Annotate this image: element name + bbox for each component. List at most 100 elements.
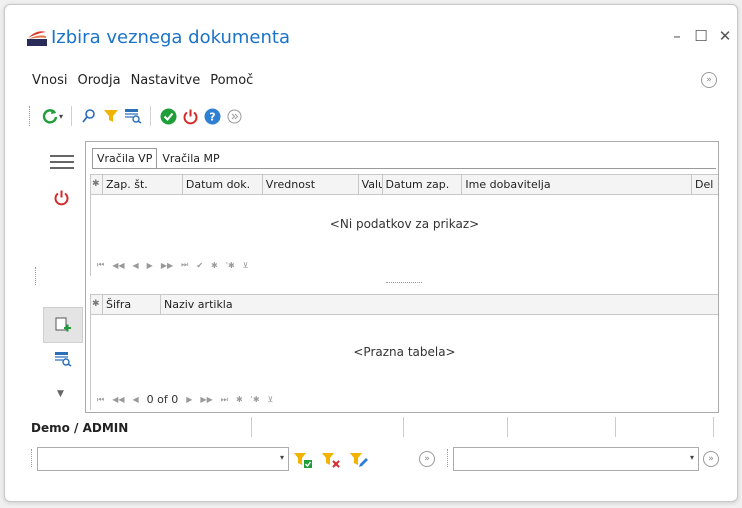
menu-vnosi[interactable]: Vnosi xyxy=(32,73,67,93)
exit-button[interactable] xyxy=(179,105,201,127)
toolbar: ▾ ? xyxy=(29,104,245,128)
tab-strip: Vračila VP Vračila MP xyxy=(92,148,225,168)
help-button[interactable]: ? xyxy=(201,105,223,127)
window-title: Izbira veznega dokumenta xyxy=(51,27,290,48)
record-navigator: ⏮ ◀◀ ◀ ▶ ▶▶ ⏭ ✔ ✱ '✱ ⊻ xyxy=(97,260,249,270)
refresh-dropdown-arrow[interactable]: ▾ xyxy=(59,112,63,121)
power-icon xyxy=(183,109,197,124)
status-separator xyxy=(507,417,508,437)
row-selector-header[interactable]: ✱ xyxy=(91,295,103,315)
last-record-icon[interactable]: ⏭ xyxy=(221,395,228,405)
column-header[interactable]: Datum dok. xyxy=(183,175,263,195)
first-record-icon[interactable]: ⏮ xyxy=(97,260,104,270)
close-button[interactable]: ✕ xyxy=(713,27,737,49)
empty-message: <Ni podatkov za prikaz> xyxy=(329,217,480,231)
items-grid: ✱ Šifra Naziv artikla <Prazna tabela> ⏮ … xyxy=(90,294,718,410)
hamburger-menu-icon[interactable] xyxy=(50,155,74,169)
secondary-nav-button[interactable]: » xyxy=(703,451,719,467)
prev-record-icon[interactable]: ◀ xyxy=(133,395,139,404)
insert-record-icon[interactable]: ✱ xyxy=(236,395,243,404)
clear-filter-button[interactable] xyxy=(321,451,341,472)
svg-text:?: ? xyxy=(209,110,215,123)
status-separator xyxy=(251,417,252,437)
column-header[interactable]: Valu xyxy=(359,175,383,195)
sidebar-exit-button[interactable] xyxy=(53,189,70,209)
grid-header: ✱ Zap. št. Datum dok. Vrednost Valu Datu… xyxy=(91,175,718,195)
toolbar-expand-button[interactable] xyxy=(223,105,245,127)
next-page-icon[interactable]: ▶▶ xyxy=(161,261,173,270)
user-label: Demo / ADMIN xyxy=(31,421,129,435)
filter-apply-icon xyxy=(294,453,312,468)
column-header[interactable]: Vrednost xyxy=(263,175,359,195)
record-counter: 0 of 0 xyxy=(146,393,179,406)
status-separator xyxy=(615,417,616,437)
chevron-down-icon[interactable]: ▾ xyxy=(280,453,284,462)
prev-page-icon[interactable]: ◀◀ xyxy=(112,261,124,270)
chevron-down-icon[interactable]: ▾ xyxy=(690,453,694,462)
column-header[interactable]: Zap. št. xyxy=(103,175,183,195)
documents-grid: ✱ Zap. št. Datum dok. Vrednost Valu Datu… xyxy=(90,174,718,276)
append-record-icon[interactable]: '✱ xyxy=(226,261,235,270)
filter-combo[interactable]: ▾ xyxy=(37,447,289,471)
new-document-icon xyxy=(55,317,71,332)
next-record-icon[interactable]: ▶ xyxy=(186,395,192,404)
column-header[interactable]: Naziv artikla xyxy=(161,295,717,315)
menu-pomoc[interactable]: Pomoč xyxy=(210,73,253,93)
last-record-icon[interactable]: ⏭ xyxy=(181,260,188,270)
column-header[interactable]: Ime dobavitelja xyxy=(462,175,693,195)
toolbar-separator xyxy=(150,106,152,126)
filter-button[interactable] xyxy=(100,105,122,127)
filter-clear-icon xyxy=(322,453,340,468)
first-record-icon[interactable]: ⏮ xyxy=(97,395,104,405)
status-bar: Demo / ADMIN xyxy=(5,415,737,439)
column-header[interactable]: Šifra xyxy=(103,295,161,315)
sidebar-grid-search-button[interactable] xyxy=(54,351,72,370)
record-navigator: ⏮ ◀◀ ◀ 0 of 0 ▶ ▶▶ ⏭ ✱ '✱ ⊻ xyxy=(97,393,273,406)
toolbar-grip[interactable] xyxy=(29,106,33,126)
search-button[interactable] xyxy=(78,105,100,127)
column-header[interactable]: Datum zap. xyxy=(383,175,463,195)
sidebar-more-icon[interactable]: ▼ xyxy=(57,389,64,399)
filter-nav-button[interactable]: » xyxy=(419,451,435,467)
post-edit-icon[interactable]: ✔ xyxy=(196,261,203,270)
filter-icon xyxy=(104,110,119,122)
apply-filter-button[interactable] xyxy=(293,451,313,472)
filter-record-icon[interactable]: ⊻ xyxy=(268,395,274,404)
minimize-button[interactable]: – xyxy=(665,27,689,49)
menu-nastavitve[interactable]: Nastavitve xyxy=(131,73,201,93)
secondary-combo[interactable]: ▾ xyxy=(453,447,699,471)
tab-underline xyxy=(92,168,716,169)
table-search-icon xyxy=(125,109,142,124)
title-bar: Izbira veznega dokumenta – ☐ ✕ xyxy=(5,5,737,61)
prev-page-icon[interactable]: ◀◀ xyxy=(112,395,124,404)
refresh-button[interactable] xyxy=(39,105,61,127)
filter-record-icon[interactable]: ⊻ xyxy=(243,261,249,270)
filter-grip[interactable] xyxy=(31,449,32,467)
sidebar-new-button[interactable] xyxy=(43,307,83,343)
maximize-button[interactable]: ☐ xyxy=(689,27,713,49)
column-header[interactable]: Del xyxy=(692,175,718,195)
edit-filter-button[interactable] xyxy=(349,451,369,472)
next-record-icon[interactable]: ▶ xyxy=(147,261,153,270)
dialog-window: Izbira veznega dokumenta – ☐ ✕ Vnosi Oro… xyxy=(4,4,738,502)
tab-vracila-mp[interactable]: Vračila MP xyxy=(157,148,224,168)
grid-splitter[interactable] xyxy=(386,282,422,286)
menu-expand-button[interactable]: » xyxy=(701,72,717,88)
toolbar-separator xyxy=(71,106,73,126)
filter-grip[interactable] xyxy=(447,449,448,467)
row-selector-header[interactable]: ✱ xyxy=(91,175,103,195)
confirm-button[interactable] xyxy=(157,105,179,127)
next-page-icon[interactable]: ▶▶ xyxy=(200,395,212,404)
sidebar-grip[interactable] xyxy=(35,267,36,285)
insert-record-icon[interactable]: ✱ xyxy=(211,261,218,270)
grid-search-button[interactable] xyxy=(122,105,144,127)
power-icon xyxy=(54,190,69,206)
menu-orodja[interactable]: Orodja xyxy=(77,73,120,93)
main-panel: Vračila VP Vračila MP ✱ Zap. št. Datum d… xyxy=(85,141,719,413)
search-icon xyxy=(82,109,95,123)
filter-bar: ▾ » ▾ » xyxy=(5,445,737,471)
app-logo-icon xyxy=(27,31,47,46)
prev-record-icon[interactable]: ◀ xyxy=(133,261,139,270)
tab-vracila-vp[interactable]: Vračila VP xyxy=(92,148,158,168)
append-record-icon[interactable]: '✱ xyxy=(251,395,260,404)
